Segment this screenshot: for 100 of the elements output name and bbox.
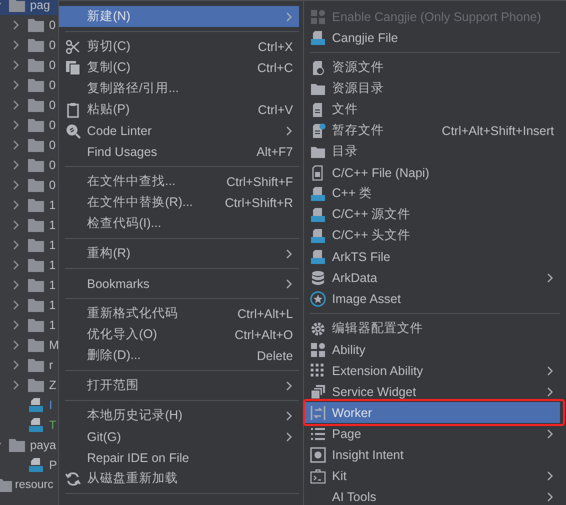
tree-label: 1	[49, 298, 56, 312]
menu-item[interactable]: 复制(C) Ctrl+C	[59, 57, 299, 78]
tree-item[interactable]: 0	[0, 115, 58, 135]
menu-item[interactable]: Code Linter	[59, 120, 299, 141]
chevron-right-icon[interactable]	[12, 220, 20, 230]
menu-item[interactable]: 新建(N)	[59, 6, 299, 27]
chevron-right-icon[interactable]	[12, 240, 20, 250]
menu-item[interactable]: 剪切(C) Ctrl+X	[59, 36, 299, 57]
tree-label: pag	[30, 0, 50, 12]
chevron-right-icon[interactable]	[12, 320, 20, 330]
menu-item[interactable]: Image Asset	[304, 288, 560, 309]
menu-item[interactable]: Repair IDE on File	[59, 447, 299, 468]
chevron-right-icon[interactable]	[12, 300, 20, 310]
tree-item[interactable]: P	[0, 455, 58, 475]
menu-item[interactable]: 重构(R)	[59, 243, 299, 264]
menu-item[interactable]: Page	[304, 423, 560, 444]
chevron-right-icon[interactable]	[12, 140, 20, 150]
chevron-right-icon[interactable]	[12, 100, 20, 110]
folder-icon	[28, 318, 44, 332]
menu-item[interactable]: 目录	[304, 141, 560, 162]
menu-item[interactable]: C/C++ 头文件	[304, 225, 560, 246]
chevron-right-icon[interactable]	[12, 120, 20, 130]
menu-item[interactable]: Cangjie File	[304, 27, 560, 48]
tree-item[interactable]: M	[0, 335, 58, 355]
tree-item[interactable]: 0	[0, 95, 58, 115]
menu-item[interactable]: Insight Intent	[304, 444, 560, 465]
menu-item[interactable]: Service Widget	[304, 381, 560, 402]
tree-item[interactable]: 0	[0, 75, 58, 95]
menu-item[interactable]: 资源文件	[304, 57, 560, 78]
chevron-right-icon[interactable]	[12, 40, 20, 50]
chevron-right-icon[interactable]	[12, 160, 20, 170]
tree-item[interactable]: 1	[0, 195, 58, 215]
menu-item[interactable]: Kit	[304, 465, 560, 486]
tree-item[interactable]: 0	[0, 55, 58, 75]
menu-item[interactable]: 文件	[304, 99, 560, 120]
menu-item[interactable]: 本地历史记录(H)	[59, 405, 299, 426]
tree-item[interactable]: 0	[0, 155, 58, 175]
menu-item[interactable]: Extension Ability	[304, 360, 560, 381]
menu-item[interactable]: ArkData	[304, 267, 560, 288]
menu-item[interactable]: 删除(D)... Delete	[59, 345, 299, 366]
shortcut-label: Ctrl+V	[258, 102, 293, 116]
chevron-right-icon	[285, 432, 293, 442]
menu-item[interactable]: 粘贴(P) Ctrl+V	[59, 99, 299, 120]
menu-item[interactable]: Ability	[304, 339, 560, 360]
stack-icon	[310, 384, 326, 400]
chevron-right-icon[interactable]	[12, 360, 20, 370]
menu-item[interactable]: C++ 类	[304, 183, 560, 204]
tree-item[interactable]: I	[0, 395, 58, 415]
menu-item[interactable]: 优化导入(O) Ctrl+Alt+O	[59, 324, 299, 345]
folder-icon	[28, 298, 44, 312]
dots-grid-icon	[310, 362, 326, 378]
chevron-right-icon[interactable]	[12, 340, 20, 350]
menu-item[interactable]: Git(G)	[59, 426, 299, 447]
menu-item[interactable]: 暂存文件 Ctrl+Alt+Shift+Insert	[304, 120, 560, 141]
chevron-right-icon[interactable]	[12, 60, 20, 70]
tree-item[interactable]: 1	[0, 275, 58, 295]
tree-item[interactable]: 0	[0, 15, 58, 35]
menu-item[interactable]: 在文件中查找... Ctrl+Shift+F	[59, 171, 299, 192]
chevron-right-icon[interactable]	[12, 180, 20, 190]
chevron-right-icon[interactable]	[12, 200, 20, 210]
tree-label: I	[49, 398, 52, 412]
menu-item[interactable]: 在文件中替换(R)... Ctrl+Shift+R	[59, 192, 299, 213]
list-icon	[310, 426, 326, 442]
chevron-right-icon[interactable]	[12, 380, 20, 390]
menu-item[interactable]: Find Usages Alt+F7	[59, 141, 299, 162]
menu-item[interactable]: 复制路径/引用...	[59, 78, 299, 99]
menu-item[interactable]: 打开范围	[59, 375, 299, 396]
tree-item[interactable]: T	[0, 415, 58, 435]
folder-icon	[28, 118, 44, 132]
folder-icon	[28, 178, 44, 192]
tree-item[interactable]: pag	[0, 0, 58, 15]
tree-item[interactable]: paya	[0, 435, 58, 455]
tree-item[interactable]: 0	[0, 175, 58, 195]
tree-item[interactable]: r	[0, 355, 58, 375]
folder-icon	[28, 198, 44, 212]
menu-item[interactable]: 重新格式化代码 Ctrl+Alt+L	[59, 303, 299, 324]
menu-item[interactable]: 从磁盘重新加载	[59, 468, 299, 489]
tree-item[interactable]: 1	[0, 295, 58, 315]
tree-item[interactable]: 1	[0, 255, 58, 275]
menu-item[interactable]: C/C++ File (Napi)	[304, 162, 560, 183]
tree-item[interactable]: 0	[0, 135, 58, 155]
chevron-right-icon[interactable]	[12, 80, 20, 90]
chevron-right-icon[interactable]	[12, 280, 20, 290]
menu-item[interactable]: 编辑器配置文件	[304, 318, 560, 339]
menu-item[interactable]: 资源目录	[304, 78, 560, 99]
shortcut-label: Ctrl+Alt+O	[234, 328, 293, 342]
tree-item[interactable]: 1	[0, 235, 58, 255]
tree-item[interactable]: resourc	[0, 475, 58, 495]
menu-item[interactable]: Bookmarks	[59, 273, 299, 294]
menu-item[interactable]: AI Tools	[304, 486, 560, 505]
chevron-right-icon[interactable]	[12, 20, 20, 30]
tree-item[interactable]: Z	[0, 375, 58, 395]
copy-icon	[65, 60, 81, 76]
menu-item[interactable]: 检查代码(I)...	[59, 213, 299, 234]
tree-item[interactable]: 1	[0, 215, 58, 235]
menu-item[interactable]: C/C++ 源文件	[304, 204, 560, 225]
menu-item[interactable]: ArkTS File	[304, 246, 560, 267]
tree-item[interactable]: 0	[0, 35, 58, 55]
tree-item[interactable]: 1	[0, 315, 58, 335]
chevron-right-icon[interactable]	[12, 260, 20, 270]
